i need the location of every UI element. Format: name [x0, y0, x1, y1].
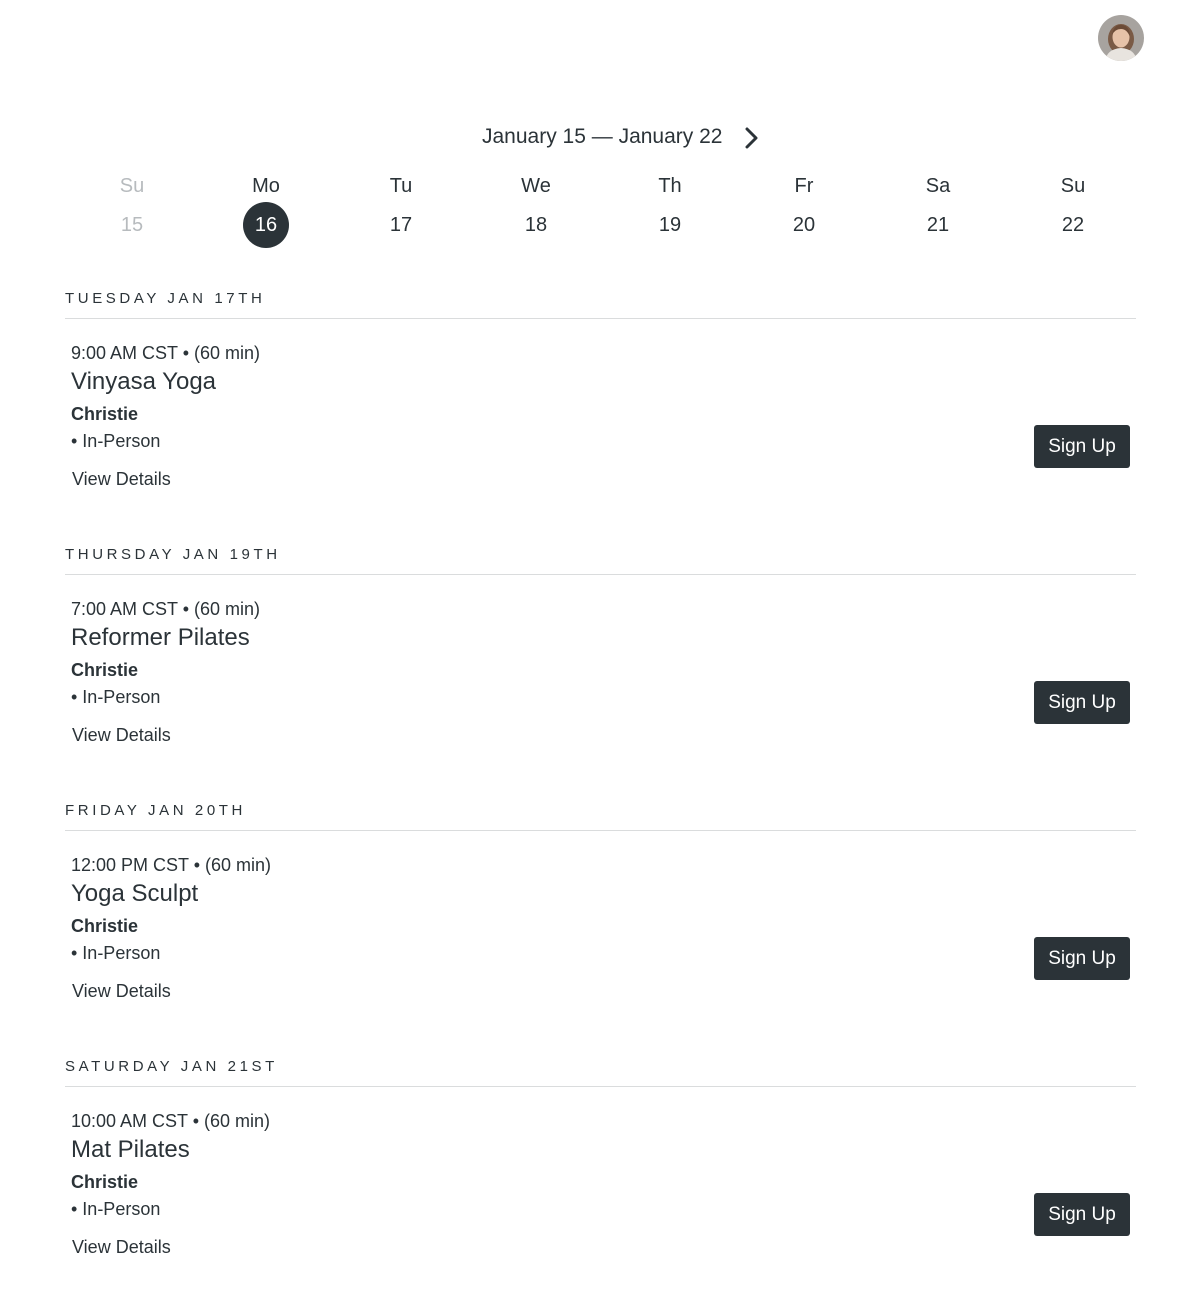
day-cell[interactable]: Th 19 — [630, 172, 710, 252]
sign-up-button[interactable]: Sign Up — [1034, 937, 1130, 980]
day-abbr: Tu — [389, 175, 413, 197]
next-week-button[interactable] — [737, 123, 765, 153]
section-divider — [65, 318, 1136, 319]
day-picker: Su 15 Mo 16 Tu 17 We 18 Th 19 Fr 20 Sa 2… — [65, 172, 1140, 252]
user-avatar[interactable] — [1098, 15, 1144, 61]
day-number: 17 — [389, 214, 413, 236]
day-abbr: Sa — [925, 175, 951, 197]
day-abbr: We — [521, 175, 551, 197]
view-details-link[interactable]: View Details — [72, 981, 171, 1002]
class-instructor: Christie — [71, 660, 139, 680]
class-title: Mat Pilates — [71, 1136, 190, 1163]
day-number: 19 — [658, 214, 682, 236]
class-title: Reformer Pilates — [71, 624, 250, 651]
view-details-link[interactable]: View Details — [72, 1237, 171, 1258]
section-divider — [65, 574, 1136, 575]
section-heading: TUESDAY JAN 17TH — [65, 290, 266, 307]
sign-up-button[interactable]: Sign Up — [1034, 425, 1130, 468]
day-number: 18 — [524, 214, 548, 236]
class-time: 12:00 PM CST • (60 min) — [71, 855, 272, 875]
class-location: • In-Person — [71, 1199, 161, 1219]
day-cell-selected[interactable]: Mo 16 — [226, 172, 306, 252]
section-heading: FRIDAY JAN 20TH — [65, 802, 246, 819]
class-location: • In-Person — [71, 431, 161, 451]
sign-up-button[interactable]: Sign Up — [1034, 1193, 1130, 1236]
chevron-right-icon — [745, 127, 758, 149]
sign-up-button[interactable]: Sign Up — [1034, 681, 1130, 724]
section-heading: THURSDAY JAN 19TH — [65, 546, 281, 563]
day-section: SATURDAY JAN 21ST 10:00 AM CST • (60 min… — [65, 1058, 1136, 1288]
view-details-link[interactable]: View Details — [72, 469, 171, 490]
day-cell[interactable]: Su 22 — [1033, 172, 1113, 252]
week-navigator: January 15 — January 22 — [0, 120, 1200, 156]
day-abbr: Su — [1060, 175, 1086, 197]
day-section: FRIDAY JAN 20TH 12:00 PM CST • (60 min) … — [65, 802, 1136, 1032]
section-divider — [65, 830, 1136, 831]
class-time: 9:00 AM CST • (60 min) — [71, 343, 261, 363]
day-number: 21 — [926, 214, 950, 236]
day-abbr: Su — [119, 175, 145, 197]
view-details-link[interactable]: View Details — [72, 725, 171, 746]
section-divider — [65, 1086, 1136, 1087]
day-section: TUESDAY JAN 17TH 9:00 AM CST • (60 min) … — [65, 290, 1136, 520]
class-title: Yoga Sculpt — [71, 880, 199, 907]
day-cell[interactable]: Tu 17 — [361, 172, 441, 252]
class-location: • In-Person — [71, 943, 161, 963]
day-abbr: Fr — [794, 175, 814, 197]
class-instructor: Christie — [71, 404, 139, 424]
day-number: 15 — [120, 214, 144, 236]
day-cell[interactable]: Fr 20 — [764, 172, 844, 252]
day-cell[interactable]: We 18 — [496, 172, 576, 252]
class-time: 10:00 AM CST • (60 min) — [71, 1111, 271, 1131]
section-heading: SATURDAY JAN 21ST — [65, 1058, 278, 1075]
day-section: THURSDAY JAN 19TH 7:00 AM CST • (60 min)… — [65, 546, 1136, 776]
day-abbr: Mo — [252, 175, 280, 197]
day-abbr: Th — [658, 175, 682, 197]
day-number: 16 — [243, 202, 289, 248]
class-instructor: Christie — [71, 1172, 139, 1192]
week-range-label: January 15 — January 22 — [482, 125, 723, 148]
class-time: 7:00 AM CST • (60 min) — [71, 599, 261, 619]
class-instructor: Christie — [71, 916, 139, 936]
day-cell[interactable]: Sa 21 — [898, 172, 978, 252]
day-number: 20 — [792, 214, 816, 236]
class-location: • In-Person — [71, 687, 161, 707]
class-title: Vinyasa Yoga — [71, 368, 217, 395]
day-cell[interactable]: Su 15 — [92, 172, 172, 252]
user-avatar-photo — [1098, 15, 1144, 61]
day-number: 22 — [1061, 214, 1085, 236]
